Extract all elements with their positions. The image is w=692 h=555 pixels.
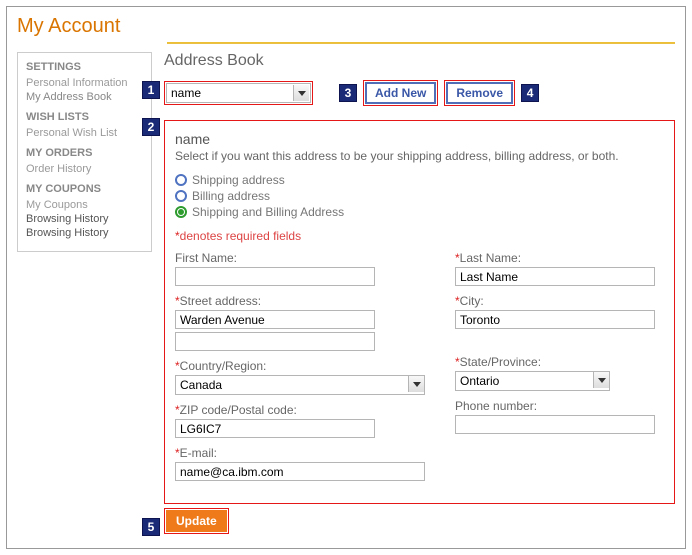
callout-2: 2 xyxy=(142,118,160,136)
street-input-2[interactable] xyxy=(175,332,375,351)
city-input[interactable] xyxy=(455,310,655,329)
address-form: name Select if you want this address to … xyxy=(164,120,675,504)
sidebar-head-wishlists: WISH LISTS xyxy=(26,111,143,123)
required-note: denotes required fields xyxy=(180,229,301,243)
title-rule xyxy=(167,42,675,44)
remove-button[interactable]: Remove xyxy=(446,82,513,104)
callout-3: 3 xyxy=(339,84,357,102)
update-button[interactable]: Update xyxy=(166,510,227,532)
sidebar-item-browsing-history-2[interactable]: Browsing History xyxy=(26,227,143,239)
state-select[interactable]: Ontario xyxy=(455,371,610,391)
street-input-1[interactable] xyxy=(175,310,375,329)
callout-5: 5 xyxy=(142,518,160,536)
add-new-button[interactable]: Add New xyxy=(365,82,436,104)
sidebar-item-my-coupons[interactable]: My Coupons xyxy=(26,199,143,211)
sidebar-head-orders: MY ORDERS xyxy=(26,147,143,159)
state-value: Ontario xyxy=(460,374,499,388)
page-title: My Account xyxy=(17,15,675,38)
radio-shipping[interactable] xyxy=(175,174,187,186)
phone-input[interactable] xyxy=(455,415,655,434)
radio-shipping-label: Shipping address xyxy=(192,173,285,187)
first-name-label: First Name: xyxy=(175,251,425,265)
radio-billing-label: Billing address xyxy=(192,189,270,203)
sidebar-item-wishlist[interactable]: Personal Wish List xyxy=(26,127,143,139)
phone-label: Phone number: xyxy=(455,399,664,413)
chevron-down-icon xyxy=(408,376,424,392)
radio-billing[interactable] xyxy=(175,190,187,202)
state-label: State/Province: xyxy=(460,355,541,369)
last-name-input[interactable] xyxy=(455,267,655,286)
country-label: Country/Region: xyxy=(180,359,267,373)
sidebar: SETTINGS Personal Information My Address… xyxy=(17,52,152,252)
email-label: E-mail: xyxy=(180,446,217,460)
callout-4: 4 xyxy=(521,84,539,102)
callout-1: 1 xyxy=(142,81,160,99)
chevron-down-icon xyxy=(293,85,309,101)
country-value: Canada xyxy=(180,378,222,392)
sidebar-item-address-book[interactable]: My Address Book xyxy=(26,91,143,103)
address-select[interactable]: name xyxy=(166,83,311,103)
sidebar-item-order-history[interactable]: Order History xyxy=(26,163,143,175)
zip-input[interactable] xyxy=(175,419,375,438)
sidebar-item-browsing-history-1[interactable]: Browsing History xyxy=(26,213,143,225)
last-name-label: Last Name: xyxy=(460,251,521,265)
chevron-down-icon xyxy=(593,372,609,388)
section-title: Address Book xyxy=(164,52,675,70)
first-name-input[interactable] xyxy=(175,267,375,286)
form-title: name xyxy=(175,131,664,147)
radio-both[interactable] xyxy=(175,206,187,218)
radio-both-label: Shipping and Billing Address xyxy=(192,205,344,219)
form-subtitle: Select if you want this address to be yo… xyxy=(175,149,664,163)
sidebar-head-coupons: MY COUPONS xyxy=(26,183,143,195)
sidebar-head-settings: SETTINGS xyxy=(26,61,143,73)
address-select-value: name xyxy=(171,86,201,100)
main-panel: Address Book 1 name 3 Add New Remove 4 2 xyxy=(164,52,675,534)
city-label: City: xyxy=(460,294,484,308)
sidebar-item-personal-info[interactable]: Personal Information xyxy=(26,77,143,89)
street-label: Street address: xyxy=(180,294,261,308)
zip-label: ZIP code/Postal code: xyxy=(180,403,297,417)
country-select[interactable]: Canada xyxy=(175,375,425,395)
email-input[interactable] xyxy=(175,462,425,481)
